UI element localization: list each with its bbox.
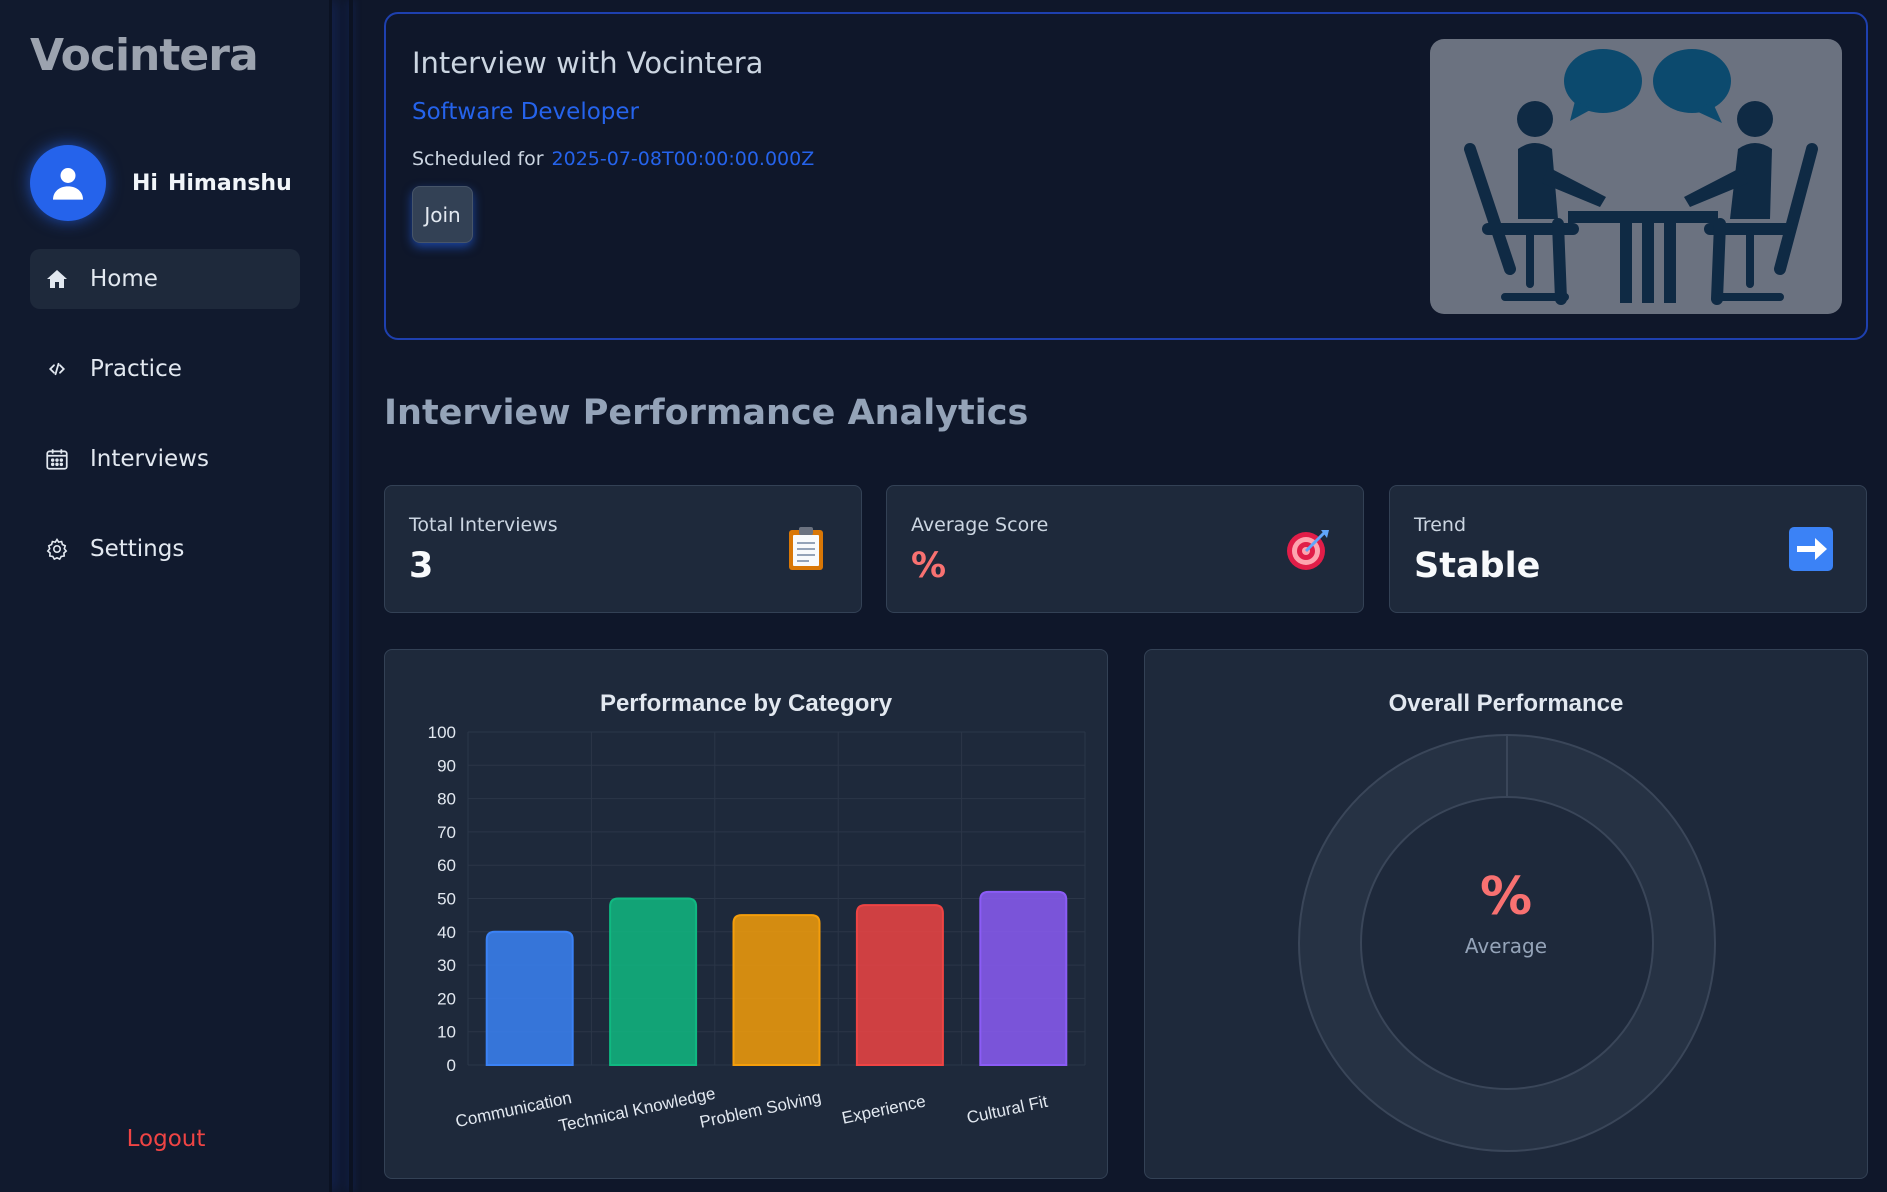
- y-tick-label: 50: [437, 890, 456, 909]
- stat-label: Total Interviews: [409, 514, 558, 536]
- sidebar-item-home[interactable]: Home: [30, 249, 300, 309]
- user-icon: [53, 168, 83, 200]
- stat-label: Average Score: [911, 514, 1049, 536]
- sidebar-divider: [349, 0, 353, 1192]
- arrow-right-icon: [1789, 527, 1833, 571]
- sidebar-item-label: Settings: [90, 536, 185, 562]
- gear-icon: [42, 534, 72, 564]
- y-tick-label: 0: [447, 1056, 456, 1075]
- logout-button[interactable]: Logout: [0, 1126, 332, 1152]
- sidebar-nav: Home Practice Interviews Settings: [30, 249, 300, 609]
- brand-logo: Vocintera: [30, 30, 259, 81]
- total-interviews-card: Total Interviews 3: [384, 485, 862, 613]
- schedule-date: 2025-07-08T00:00:00.000Z: [551, 148, 815, 170]
- user-name: Himanshu: [167, 170, 292, 196]
- code-icon: [42, 354, 72, 384]
- y-tick-label: 60: [437, 856, 456, 875]
- y-tick-label: 20: [437, 989, 456, 1008]
- stat-value: 3: [409, 546, 434, 586]
- x-tick-label: Communication: [454, 1088, 573, 1131]
- y-tick-label: 40: [437, 923, 456, 942]
- x-tick-label: Problem Solving: [698, 1087, 823, 1131]
- y-tick-label: 30: [437, 956, 456, 975]
- analytics-title: Interview Performance Analytics: [384, 393, 1029, 433]
- interview-illustration-graphic: [1464, 49, 1818, 305]
- clipboard-icon: [789, 527, 823, 570]
- sidebar-item-label: Interviews: [90, 446, 209, 472]
- bar: [855, 904, 944, 1066]
- bar: [732, 914, 821, 1066]
- home-icon: [42, 264, 72, 294]
- x-tick-label: Experience: [840, 1091, 927, 1127]
- interview-schedule: Scheduled for 2025-07-08T00:00:00.000Z: [412, 148, 814, 170]
- donut-center-label: Average: [1464, 934, 1548, 958]
- donut-center-value: %: [1479, 867, 1533, 927]
- sidebar-item-label: Practice: [90, 356, 182, 382]
- greeting-prefix: Hi: [132, 170, 158, 196]
- bar: [609, 897, 698, 1066]
- bar-chart-panel: Performance by Category 0 10 20 30 40 50 60 70 8…: [384, 649, 1108, 1179]
- sidebar: Vocintera Hi Himanshu Home Practice Inte…: [0, 0, 332, 1192]
- x-tick-label: Technical Knowledge: [557, 1084, 717, 1136]
- join-button[interactable]: Join: [412, 186, 473, 243]
- schedule-label: Scheduled for: [412, 148, 544, 170]
- y-tick-label: 100: [428, 723, 456, 742]
- bar: [485, 930, 574, 1066]
- y-tick-label: 70: [437, 823, 456, 842]
- sidebar-item-label: Home: [90, 266, 158, 292]
- stat-label: Trend: [1414, 514, 1466, 536]
- donut-chart-panel: Overall Performance % Average: [1144, 649, 1868, 1179]
- y-tick-label: 90: [437, 756, 456, 775]
- stat-value: Stable: [1414, 546, 1541, 586]
- target-icon: [1287, 530, 1329, 570]
- trend-card: Trend Stable: [1389, 485, 1867, 613]
- upcoming-interview-card: Interview with Vocintera Software Develo…: [384, 12, 1868, 340]
- bar-chart: 0 10 20 30 40 50 60 70 80 90 100 CommunicationTechn…: [428, 723, 1086, 1136]
- user-greeting: Hi Himanshu: [132, 171, 302, 196]
- y-tick-label: 10: [437, 1023, 456, 1042]
- interview-title: Interview with Vocintera: [412, 46, 764, 80]
- interview-role: Software Developer: [412, 99, 639, 125]
- y-tick-label: 80: [437, 790, 456, 809]
- bar: [979, 890, 1068, 1066]
- user-profile: Hi Himanshu: [30, 145, 302, 221]
- interview-illustration: [1430, 39, 1842, 314]
- sidebar-item-settings[interactable]: Settings: [30, 519, 300, 579]
- sidebar-item-practice[interactable]: Practice: [30, 339, 300, 399]
- x-tick-label: Cultural Fit: [965, 1092, 1050, 1128]
- avatar: [30, 145, 106, 221]
- stat-value: %: [911, 546, 947, 586]
- sidebar-item-interviews[interactable]: Interviews: [30, 429, 300, 489]
- average-score-card: Average Score %: [886, 485, 1364, 613]
- calendar-icon: [42, 444, 72, 474]
